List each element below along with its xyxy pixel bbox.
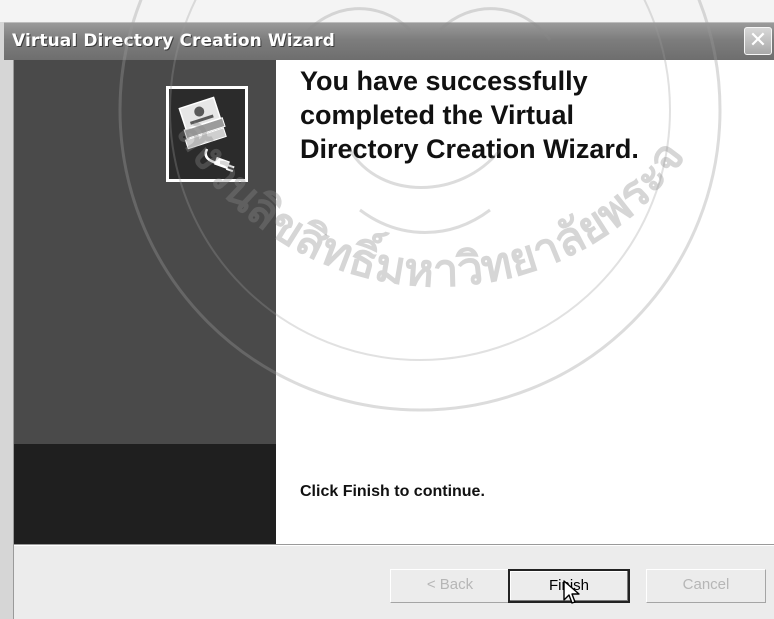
close-button[interactable]: ✕ — [744, 27, 772, 55]
book-with-plug-icon — [166, 86, 248, 182]
title-bar: Virtual Directory Creation Wizard ✕ — [4, 22, 774, 60]
wizard-side-panel-footer — [14, 444, 276, 544]
top-strip — [0, 0, 774, 22]
wizard-window: Virtual Directory Creation Wizard ✕ You … — [0, 0, 774, 619]
completion-heading: You have successfully completed the Virt… — [300, 66, 639, 164]
back-button[interactable]: < Back — [390, 569, 510, 603]
cancel-button[interactable]: Cancel — [646, 569, 766, 603]
button-separator — [14, 544, 774, 546]
finish-instruction: Click Finish to continue. — [300, 483, 485, 500]
mouse-pointer-icon — [563, 580, 580, 604]
window-title: Virtual Directory Creation Wizard — [12, 31, 335, 51]
window-left-border — [0, 22, 14, 619]
close-icon: ✕ — [748, 28, 768, 53]
